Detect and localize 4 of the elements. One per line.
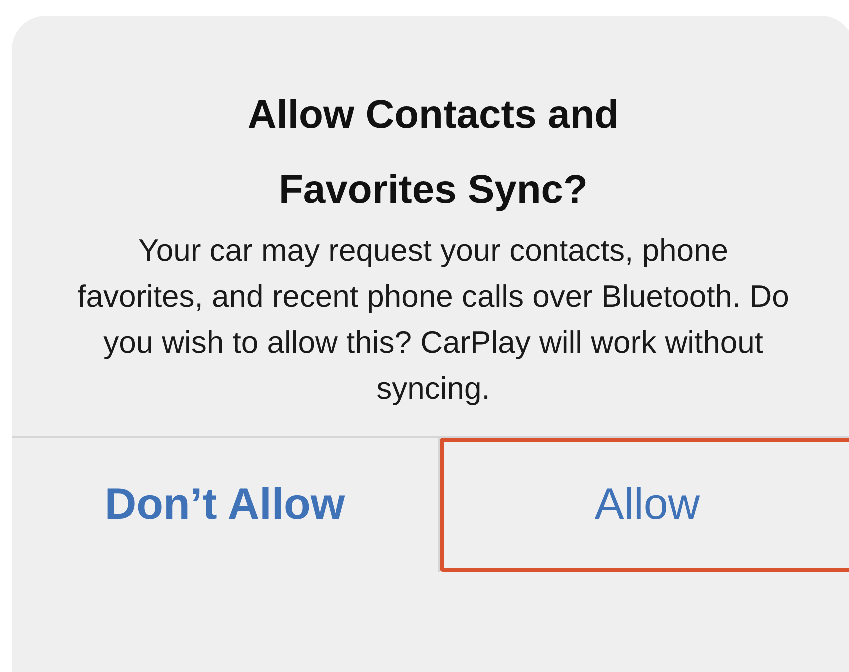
allow-button[interactable]: Allow [440,438,849,572]
dont-allow-button[interactable]: Don’t Allow [12,438,440,572]
alert-message: Your car may request your contacts, phone favorites, and recent phone calls over Bluetooth. Do you wish to allow this? CarPlay will work without syncing. [76,232,790,408]
alert-title: Allow Contacts and Favorites Sync? [246,92,620,214]
